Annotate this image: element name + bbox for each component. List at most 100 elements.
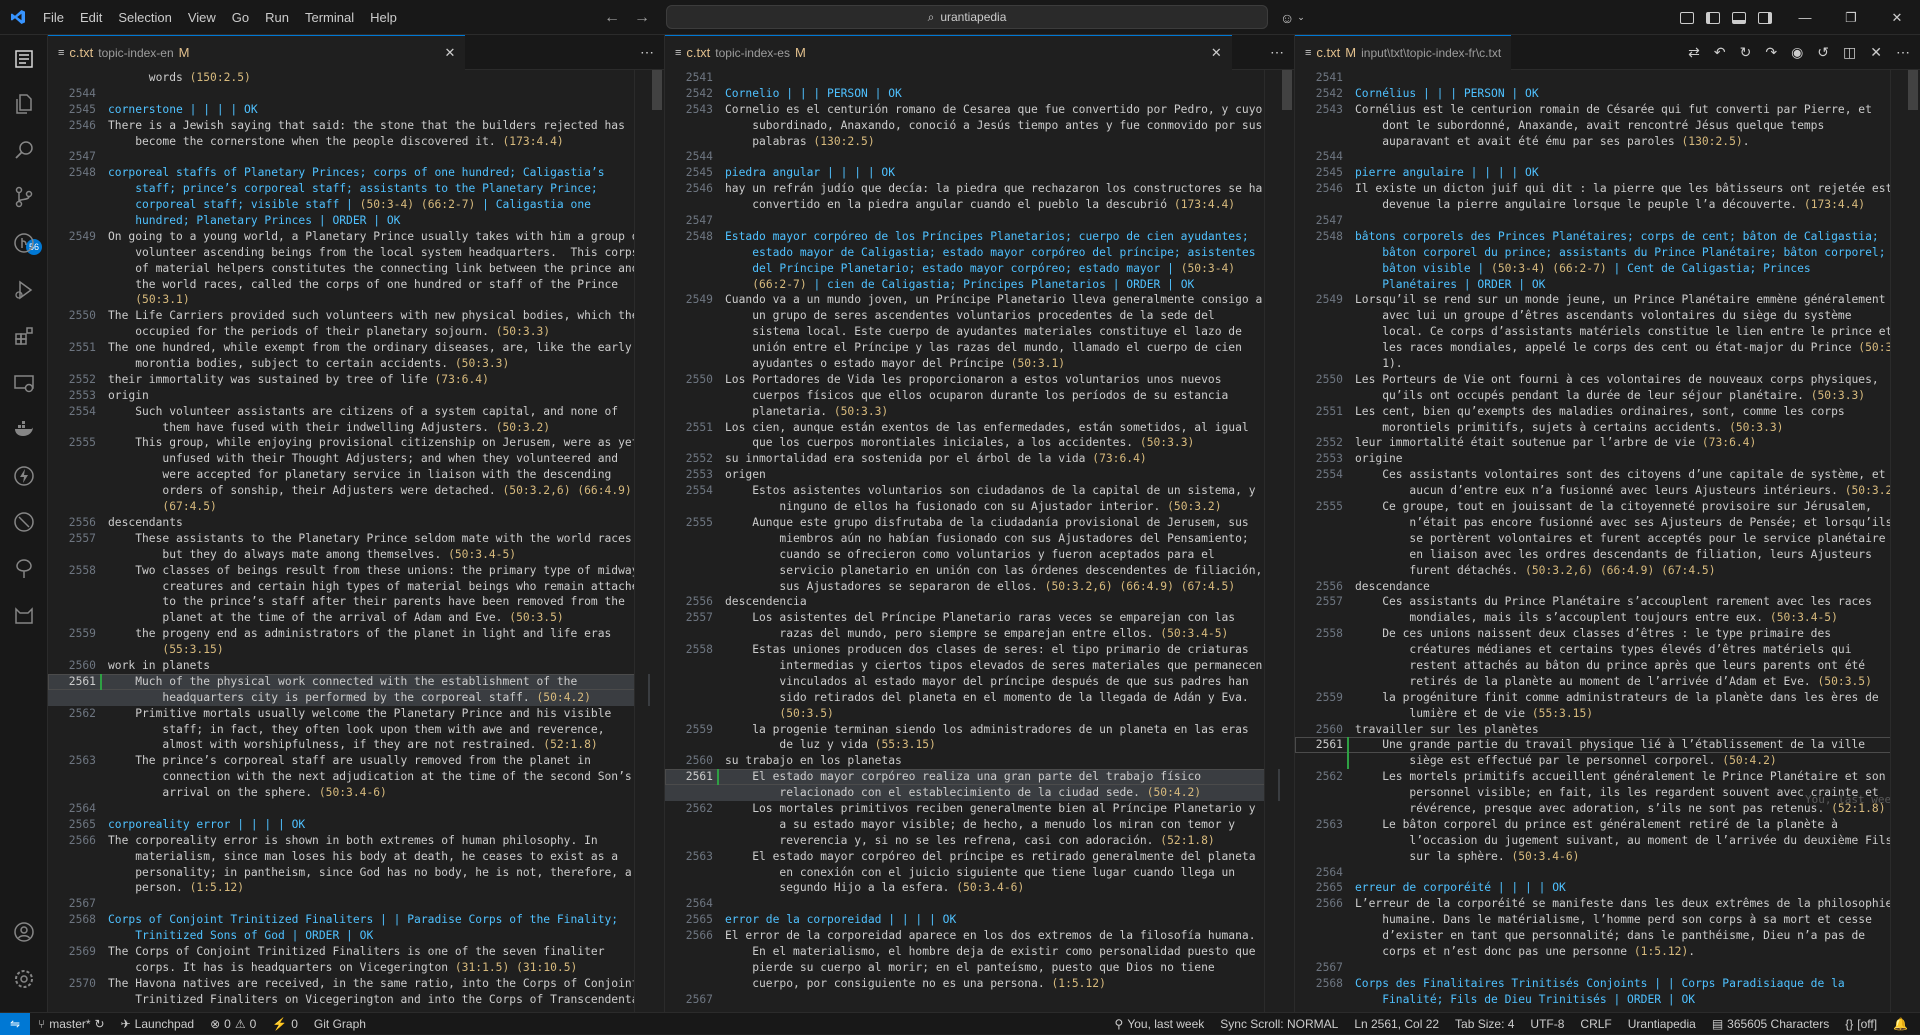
code-line[interactable]: 2553 origin — [48, 388, 664, 404]
code-line[interactable]: 2561 Much of the physical work connected… — [48, 673, 664, 706]
code-editor[interactable]: 2541 2542 Cornelio | | | PERSON | OK 2543 Co… — [665, 70, 1294, 1012]
vertical-scrollbar[interactable] — [1906, 70, 1920, 1012]
code-line[interactable]: become the cornerstone when the people d… — [48, 134, 664, 150]
code-line[interactable]: 2546 hay un refrán judío que decía: la pi… — [665, 181, 1294, 197]
more-actions-icon[interactable]: ⋯ — [1896, 44, 1910, 61]
code-line[interactable]: estado mayor de Caligastia; estado mayor… — [665, 245, 1294, 261]
customize-layout-icon[interactable] — [1680, 11, 1694, 24]
code-line[interactable]: 2544 — [1295, 149, 1920, 165]
code-line[interactable]: 2551 Les cent, bien qu’exempts des maladi… — [1295, 404, 1920, 420]
code-line[interactable]: sido retirados del planeta en el momento… — [665, 690, 1294, 706]
code-line[interactable]: (50:3.1) — [48, 292, 664, 308]
code-line[interactable]: un grupo de seres ascendentes voluntario… — [665, 308, 1294, 324]
code-line[interactable]: 2555 Aunque este grupo disfrutaba de la … — [665, 515, 1294, 531]
code-line[interactable]: cuando se ofrecieron como voluntarios y … — [665, 547, 1294, 563]
code-line[interactable]: retirés de la planète au moment de l’arr… — [1295, 674, 1920, 690]
code-line[interactable]: 2565 corporeality error | | | | OK — [48, 817, 664, 833]
scrollbar-thumb[interactable] — [1908, 70, 1918, 110]
code-line[interactable]: 2566 El error de la corporeidad aparece e… — [665, 928, 1294, 944]
ports-indicator[interactable]: ⚡ 0 — [264, 1017, 306, 1031]
code-line[interactable]: 2555 This group, while enjoying provisio… — [48, 435, 664, 451]
code-line[interactable]: 2544 — [48, 86, 664, 102]
code-line[interactable]: 2557 These assistants to the Planetary P… — [48, 531, 664, 547]
code-line[interactable]: 2554 Ces assistants volontaires sont des… — [1295, 467, 1920, 483]
code-line[interactable]: 2561 Une grande partie du travail physiq… — [1295, 737, 1920, 770]
code-line[interactable]: 2542 Cornelio | | | PERSON | OK — [665, 86, 1294, 102]
go-forward-icon[interactable]: ↷ — [1765, 44, 1777, 61]
code-line[interactable]: devenue la pierre angulaire lorsque le p… — [1295, 197, 1920, 213]
menu-go[interactable]: Go — [224, 0, 257, 35]
code-line[interactable]: (50:3.5) — [665, 706, 1294, 722]
code-line[interactable]: 2564 — [1295, 865, 1920, 881]
minimap[interactable] — [634, 70, 648, 1012]
menu-help[interactable]: Help — [362, 0, 405, 35]
code-line[interactable]: almost with worshipfulness, if they are … — [48, 737, 664, 753]
search-icon[interactable] — [12, 138, 36, 162]
notifications-icon[interactable]: 🔔 — [1885, 1017, 1916, 1031]
code-editor[interactable]: 2541 2542 Cornélius | | | PERSON | OK 2543 C… — [1295, 70, 1920, 1012]
code-line[interactable]: 2544 — [665, 149, 1294, 165]
close-window-icon[interactable]: ✕ — [1874, 0, 1920, 35]
code-line[interactable]: 2567 — [1295, 960, 1920, 976]
settings-icon[interactable] — [12, 967, 36, 991]
code-line[interactable]: restent attachés au bâton du prince aprè… — [1295, 658, 1920, 674]
code-line[interactable]: 2548 Estado mayor corpóreo de los Príncip… — [665, 229, 1294, 245]
code-line[interactable]: them have fused with their indwelling Ad… — [48, 420, 664, 436]
code-line[interactable]: the world races, called the corps of one… — [48, 277, 664, 293]
code-line[interactable]: 2545 cornerstone | | | | OK — [48, 102, 664, 118]
tree-icon[interactable] — [12, 557, 36, 581]
code-line[interactable]: 2545 piedra angular | | | | OK — [665, 165, 1294, 181]
git-graph-icon[interactable] — [12, 231, 36, 255]
code-line[interactable]: 2560 work in planets — [48, 658, 664, 674]
code-line[interactable]: 2551 Los cien, aunque están exentos de la… — [665, 420, 1294, 436]
code-line[interactable]: occupied for the periods of their planet… — [48, 324, 664, 340]
scrollbar-thumb[interactable] — [1282, 70, 1292, 110]
go-back-icon[interactable]: ↶ — [1714, 44, 1726, 61]
vertical-scrollbar[interactable] — [650, 70, 664, 1012]
end-of-line[interactable]: CRLF — [1572, 1017, 1619, 1031]
menu-edit[interactable]: Edit — [72, 0, 110, 35]
code-line[interactable]: 2564 — [665, 896, 1294, 912]
branch-indicator[interactable]: ⑂ master* ↻ — [30, 1017, 113, 1031]
code-line[interactable]: del Príncipe Planetario; estado mayor co… — [665, 261, 1294, 277]
scrollbar-thumb[interactable] — [652, 70, 662, 110]
problems-indicator[interactable]: ⊗ 0 ⚠ 0 — [202, 1017, 264, 1031]
code-line[interactable]: planet at the time of the arrival of Ada… — [48, 610, 664, 626]
code-line[interactable]: 2556 descendencia — [665, 594, 1294, 610]
sync-icon[interactable]: ↻ — [95, 1017, 105, 1031]
blame-indicator[interactable]: ⚲ You, last week — [1107, 1017, 1213, 1031]
code-line[interactable]: 2567 — [665, 992, 1294, 1008]
code-line[interactable]: unión entre el Príncipe y las razas del … — [665, 340, 1294, 356]
command-center-search[interactable]: ⌕ urantiapedia — [666, 5, 1268, 29]
code-line[interactable]: 2557 Los asistentes del Príncipe Planeta… — [665, 610, 1294, 626]
preview-icon[interactable]: ◉ — [1791, 44, 1803, 61]
github-icon[interactable] — [12, 510, 36, 534]
close-tab-icon[interactable]: ✕ — [444, 45, 455, 61]
code-line[interactable]: 2553 origine — [1295, 451, 1920, 467]
back-arrow-icon[interactable]: ← — [604, 9, 620, 27]
code-line[interactable]: sur la sphère. (50:3.4-6) — [1295, 849, 1920, 865]
restore-icon[interactable]: ❐ — [1828, 0, 1874, 35]
code-line[interactable]: planetaria. (50:3.3) — [665, 404, 1294, 420]
code-line[interactable]: 2547 — [48, 149, 664, 165]
code-line[interactable]: 2547 — [665, 213, 1294, 229]
code-line[interactable]: de luz y vida (55:3.15) — [665, 737, 1294, 753]
sync-scroll-indicator[interactable]: Sync Scroll: NORMAL — [1212, 1017, 1346, 1031]
code-line[interactable]: 2553 origen — [665, 467, 1294, 483]
code-line[interactable]: 2563 El estado mayor corpóreo del prínci… — [665, 849, 1294, 865]
code-line[interactable]: 2546 There is a Jewish saying that said: … — [48, 118, 664, 134]
menu-view[interactable]: View — [180, 0, 224, 35]
code-line[interactable]: bâton visible | (50:3-4) (66:2-7) | Cent… — [1295, 261, 1920, 277]
code-line[interactable]: 2560 travailler sur les planètes — [1295, 722, 1920, 738]
code-line[interactable]: 2562 Les mortels primitifs accueillent g… — [1295, 769, 1920, 785]
code-line[interactable]: 2554 Estos asistentes voluntarios son ci… — [665, 483, 1294, 499]
code-line[interactable]: 2549 Cuando va a un mundo joven, un Prínc… — [665, 292, 1294, 308]
code-line[interactable]: were accepted for planetary service in l… — [48, 467, 664, 483]
code-line[interactable]: 2556 descendance — [1295, 579, 1920, 595]
character-count[interactable]: ▤ 365605 Characters — [1704, 1017, 1837, 1031]
code-line[interactable]: sus Ajustadores se separaron de ellos. (… — [665, 579, 1294, 595]
code-line[interactable]: 2559 the progeny end as administrators o… — [48, 626, 664, 642]
account-icon[interactable] — [12, 920, 36, 944]
code-line[interactable]: pierde su cuerpo al morir; en el panteís… — [665, 960, 1294, 976]
run-debug-icon[interactable] — [12, 278, 36, 302]
